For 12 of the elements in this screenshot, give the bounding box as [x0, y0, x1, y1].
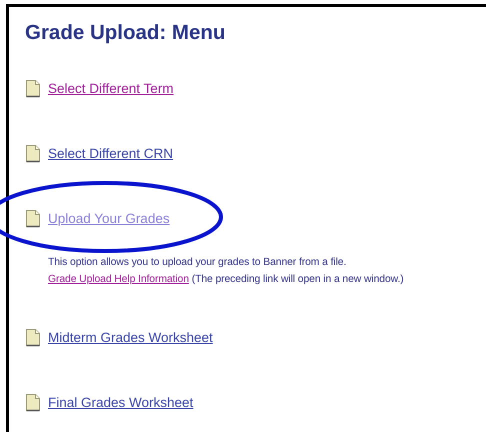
- document-icon: [25, 208, 41, 228]
- menu-link[interactable]: Final Grades Worksheet: [48, 394, 194, 410]
- menu-link[interactable]: Midterm Grades Worksheet: [48, 330, 213, 344]
- menu-link[interactable]: Select Different CRN: [48, 146, 174, 160]
- document-icon: [25, 392, 41, 412]
- document-icon: [25, 328, 41, 346]
- document-icon: [25, 144, 41, 162]
- page-title: Grade Upload: Menu: [25, 21, 226, 45]
- document-icon: [25, 78, 41, 98]
- option-description: This option allows you to upload your grades to Banner from a file. Grade Upload Help Information (The preceding link will open in a new window.): [48, 256, 405, 287]
- help-link[interactable]: Grade Upload Help Information: [48, 274, 189, 285]
- menu-link[interactable]: Select Different Term: [48, 80, 174, 96]
